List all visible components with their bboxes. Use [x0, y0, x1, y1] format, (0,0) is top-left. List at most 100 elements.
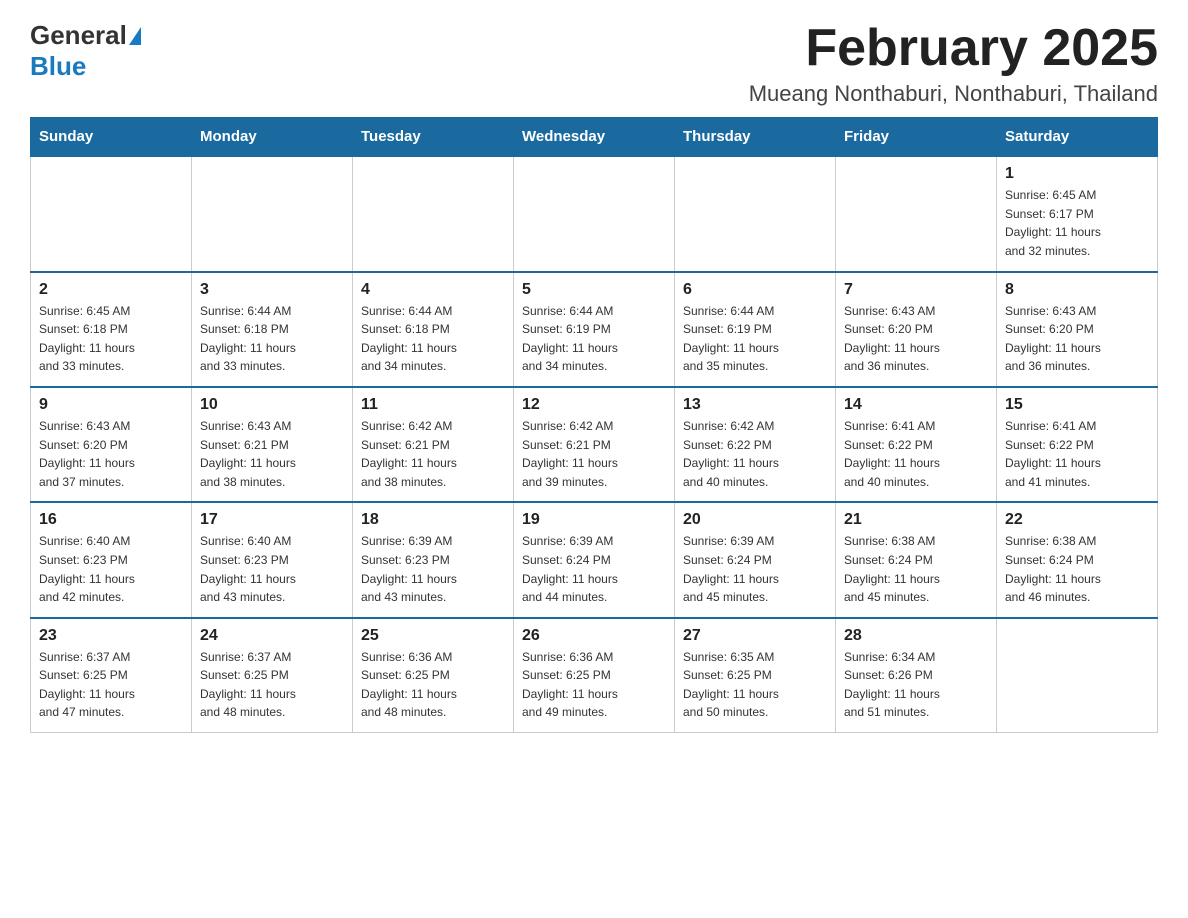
day-info: Sunrise: 6:39 AMSunset: 6:23 PMDaylight:… — [361, 532, 505, 606]
day-number: 1 — [1005, 165, 1149, 183]
day-number: 8 — [1005, 281, 1149, 299]
day-info: Sunrise: 6:42 AMSunset: 6:21 PMDaylight:… — [361, 417, 505, 491]
day-number: 12 — [522, 396, 666, 414]
title-section: February 2025 Mueang Nonthaburi, Nonthab… — [749, 20, 1158, 107]
page-header: General Blue February 2025 Mueang Nontha… — [30, 20, 1158, 107]
day-info: Sunrise: 6:38 AMSunset: 6:24 PMDaylight:… — [1005, 532, 1149, 606]
day-info: Sunrise: 6:44 AMSunset: 6:18 PMDaylight:… — [361, 302, 505, 376]
calendar-header-tuesday: Tuesday — [353, 118, 514, 157]
day-info: Sunrise: 6:40 AMSunset: 6:23 PMDaylight:… — [39, 532, 183, 606]
calendar-week-row: 2Sunrise: 6:45 AMSunset: 6:18 PMDaylight… — [31, 272, 1158, 387]
calendar-cell: 13Sunrise: 6:42 AMSunset: 6:22 PMDayligh… — [675, 387, 836, 502]
day-info: Sunrise: 6:35 AMSunset: 6:25 PMDaylight:… — [683, 648, 827, 722]
calendar-cell: 20 Sunrise: 6:39 AMSunset: 6:24 PMDayligh… — [675, 502, 836, 617]
calendar-cell: 10 Sunrise: 6:43 AMSunset: 6:21 PMDayligh… — [192, 387, 353, 502]
day-number: 7 — [844, 281, 988, 299]
day-info: Sunrise: 6:41 AMSunset: 6:22 PMDaylight:… — [1005, 417, 1149, 491]
day-number: 21 — [844, 511, 988, 529]
day-info: Sunrise: 6:43 AMSunset: 6:20 PMDaylight:… — [39, 417, 183, 491]
calendar-cell: 1 Sunrise: 6:45 AMSunset: 6:17 PMDaylight… — [997, 156, 1158, 271]
day-info: Sunrise: 6:34 AMSunset: 6:26 PMDaylight:… — [844, 648, 988, 722]
day-info: Sunrise: 6:37 AMSunset: 6:25 PMDaylight:… — [200, 648, 344, 722]
calendar-cell: 5Sunrise: 6:44 AMSunset: 6:19 PMDaylight… — [514, 272, 675, 387]
day-number: 2 — [39, 281, 183, 299]
day-number: 24 — [200, 627, 344, 645]
calendar-cell: 8Sunrise: 6:43 AMSunset: 6:20 PMDaylight… — [997, 272, 1158, 387]
calendar-cell: 9 Sunrise: 6:43 AMSunset: 6:20 PMDaylight… — [31, 387, 192, 502]
day-number: 19 — [522, 511, 666, 529]
calendar-table: SundayMondayTuesdayWednesdayThursdayFrid… — [30, 117, 1158, 733]
day-number: 25 — [361, 627, 505, 645]
day-info: Sunrise: 6:44 AMSunset: 6:18 PMDaylight:… — [200, 302, 344, 376]
day-number: 15 — [1005, 396, 1149, 414]
calendar-header-sunday: Sunday — [31, 118, 192, 157]
day-number: 23 — [39, 627, 183, 645]
calendar-header-saturday: Saturday — [997, 118, 1158, 157]
month-title: February 2025 — [749, 20, 1158, 77]
calendar-cell — [31, 156, 192, 271]
calendar-cell: 12 Sunrise: 6:42 AMSunset: 6:21 PMDayligh… — [514, 387, 675, 502]
day-number: 28 — [844, 627, 988, 645]
day-number: 4 — [361, 281, 505, 299]
calendar-header-wednesday: Wednesday — [514, 118, 675, 157]
day-info: Sunrise: 6:39 AMSunset: 6:24 PMDaylight:… — [522, 532, 666, 606]
calendar-cell: 17 Sunrise: 6:40 AMSunset: 6:23 PMDayligh… — [192, 502, 353, 617]
day-number: 17 — [200, 511, 344, 529]
calendar-cell: 14 Sunrise: 6:41 AMSunset: 6:22 PMDayligh… — [836, 387, 997, 502]
calendar-cell: 25 Sunrise: 6:36 AMSunset: 6:25 PMDayligh… — [353, 618, 514, 733]
logo-general-text: General — [30, 20, 127, 51]
calendar-header-thursday: Thursday — [675, 118, 836, 157]
calendar-header-monday: Monday — [192, 118, 353, 157]
calendar-cell — [353, 156, 514, 271]
calendar-cell: 18 Sunrise: 6:39 AMSunset: 6:23 PMDayligh… — [353, 502, 514, 617]
calendar-cell: 19 Sunrise: 6:39 AMSunset: 6:24 PMDayligh… — [514, 502, 675, 617]
logo-blue-text: Blue — [30, 51, 86, 81]
day-number: 20 — [683, 511, 827, 529]
calendar-cell: 6Sunrise: 6:44 AMSunset: 6:19 PMDaylight… — [675, 272, 836, 387]
calendar-cell: 3 Sunrise: 6:44 AMSunset: 6:18 PMDaylight… — [192, 272, 353, 387]
day-info: Sunrise: 6:43 AMSunset: 6:20 PMDaylight:… — [844, 302, 988, 376]
calendar-cell: 26Sunrise: 6:36 AMSunset: 6:25 PMDayligh… — [514, 618, 675, 733]
calendar-cell: 27 Sunrise: 6:35 AMSunset: 6:25 PMDayligh… — [675, 618, 836, 733]
calendar-cell: 23 Sunrise: 6:37 AMSunset: 6:25 PMDayligh… — [31, 618, 192, 733]
day-info: Sunrise: 6:36 AMSunset: 6:25 PMDaylight:… — [361, 648, 505, 722]
location-subtitle: Mueang Nonthaburi, Nonthaburi, Thailand — [749, 81, 1158, 107]
day-number: 9 — [39, 396, 183, 414]
day-info: Sunrise: 6:42 AMSunset: 6:21 PMDaylight:… — [522, 417, 666, 491]
calendar-cell: 28 Sunrise: 6:34 AMSunset: 6:26 PMDayligh… — [836, 618, 997, 733]
calendar-cell — [192, 156, 353, 271]
day-number: 5 — [522, 281, 666, 299]
day-info: Sunrise: 6:41 AMSunset: 6:22 PMDaylight:… — [844, 417, 988, 491]
day-info: Sunrise: 6:37 AMSunset: 6:25 PMDaylight:… — [39, 648, 183, 722]
day-info: Sunrise: 6:36 AMSunset: 6:25 PMDaylight:… — [522, 648, 666, 722]
day-info: Sunrise: 6:44 AMSunset: 6:19 PMDaylight:… — [683, 302, 827, 376]
day-info: Sunrise: 6:45 AMSunset: 6:17 PMDaylight:… — [1005, 186, 1149, 260]
day-info: Sunrise: 6:39 AMSunset: 6:24 PMDaylight:… — [683, 532, 827, 606]
day-info: Sunrise: 6:38 AMSunset: 6:24 PMDaylight:… — [844, 532, 988, 606]
day-number: 3 — [200, 281, 344, 299]
day-info: Sunrise: 6:40 AMSunset: 6:23 PMDaylight:… — [200, 532, 344, 606]
day-number: 27 — [683, 627, 827, 645]
calendar-cell — [675, 156, 836, 271]
day-number: 16 — [39, 511, 183, 529]
calendar-week-row: 1 Sunrise: 6:45 AMSunset: 6:17 PMDaylight… — [31, 156, 1158, 271]
logo-triangle-icon — [129, 27, 141, 45]
day-number: 14 — [844, 396, 988, 414]
calendar-week-row: 9 Sunrise: 6:43 AMSunset: 6:20 PMDaylight… — [31, 387, 1158, 502]
calendar-cell: 15 Sunrise: 6:41 AMSunset: 6:22 PMDayligh… — [997, 387, 1158, 502]
calendar-header-row: SundayMondayTuesdayWednesdayThursdayFrid… — [31, 118, 1158, 157]
calendar-cell: 7 Sunrise: 6:43 AMSunset: 6:20 PMDaylight… — [836, 272, 997, 387]
day-info: Sunrise: 6:43 AMSunset: 6:21 PMDaylight:… — [200, 417, 344, 491]
calendar-cell: 11 Sunrise: 6:42 AMSunset: 6:21 PMDayligh… — [353, 387, 514, 502]
day-number: 22 — [1005, 511, 1149, 529]
calendar-cell — [997, 618, 1158, 733]
day-number: 11 — [361, 396, 505, 414]
calendar-cell: 24 Sunrise: 6:37 AMSunset: 6:25 PMDayligh… — [192, 618, 353, 733]
calendar-cell: 4 Sunrise: 6:44 AMSunset: 6:18 PMDaylight… — [353, 272, 514, 387]
calendar-week-row: 16 Sunrise: 6:40 AMSunset: 6:23 PMDayligh… — [31, 502, 1158, 617]
calendar-cell — [836, 156, 997, 271]
calendar-header-friday: Friday — [836, 118, 997, 157]
day-number: 10 — [200, 396, 344, 414]
day-number: 18 — [361, 511, 505, 529]
calendar-week-row: 23 Sunrise: 6:37 AMSunset: 6:25 PMDayligh… — [31, 618, 1158, 733]
